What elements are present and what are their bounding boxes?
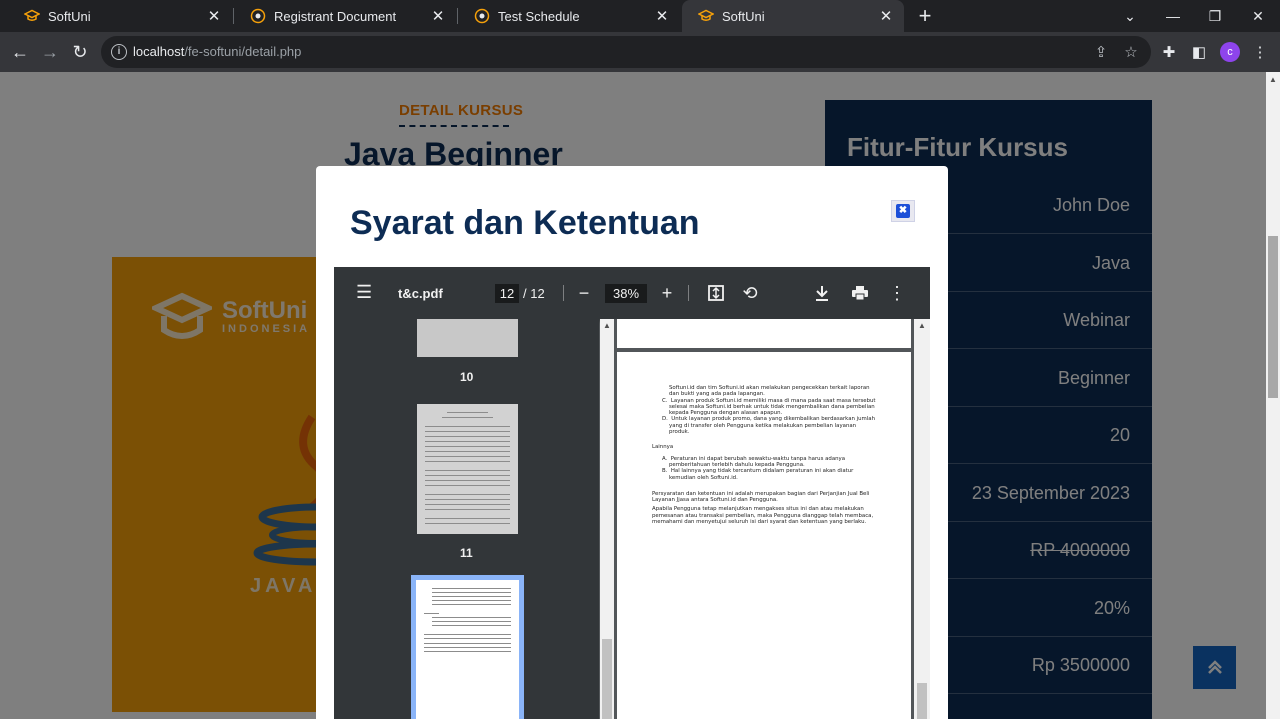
page-content: DETAIL KURSUS Java Beginner SoftUni INDO…: [0, 72, 1266, 719]
restore-button[interactable]: ❐: [1195, 0, 1235, 32]
more-options-icon[interactable]: ⋮: [886, 281, 908, 305]
pdf-page-view: Softuni.id dan tim Softuni.id akan melak…: [614, 319, 930, 719]
tab-title: SoftUni: [722, 8, 765, 24]
extensions-puzzle-icon[interactable]: ✚: [1159, 42, 1179, 62]
avatar[interactable]: c: [1220, 42, 1240, 62]
pdf-item-text: Untuk layanan produk promo, dana yang di…: [669, 416, 876, 436]
page-number-input[interactable]: 12: [495, 284, 519, 303]
download-icon[interactable]: [811, 281, 833, 305]
terms-modal: Syarat dan Ketentuan ✖ ☰ t&c.pdf 12 / 12…: [316, 166, 948, 719]
eye-icon: [474, 8, 490, 24]
bookmark-star-icon[interactable]: ☆: [1121, 42, 1141, 62]
pdf-page-text: Softuni.id dan tim Softuni.id akan melak…: [652, 385, 877, 525]
pdf-section-title: Lainnya: [652, 444, 674, 451]
thumbnail-page-12-selected[interactable]: [411, 575, 524, 719]
close-tab-icon[interactable]: ✕: [876, 7, 896, 25]
pdf-item-text: Layanan produk Softuni.id memiliki masa …: [669, 397, 876, 417]
close-tab-icon[interactable]: ✕: [204, 7, 224, 25]
print-icon[interactable]: [849, 281, 871, 305]
tab-test-schedule[interactable]: Test Schedule ✕: [458, 0, 680, 32]
pdf-file-name: t&c.pdf: [398, 286, 443, 301]
tab-title: Test Schedule: [498, 8, 580, 24]
close-window-button[interactable]: ✕: [1238, 0, 1278, 32]
thumbnail-label: 10: [460, 370, 474, 384]
minimize-button[interactable]: —: [1153, 0, 1193, 32]
url-path: /fe-softuni/detail.php: [184, 44, 302, 59]
scrollbar-thumb[interactable]: [602, 639, 612, 719]
tab-softuni-active[interactable]: SoftUni ✕: [682, 0, 904, 32]
toolbar-divider: [563, 285, 564, 301]
tab-registrant-document[interactable]: Registrant Document ✕: [234, 0, 456, 32]
zoom-level-input[interactable]: 38%: [605, 284, 647, 303]
zoom-out-icon[interactable]: −: [573, 281, 595, 305]
pdf-viewer: ☰ t&c.pdf 12 / 12 − 38% + ⟲ ⋮ 10 11 ▲ So…: [334, 267, 930, 719]
side-panel-icon[interactable]: ◧: [1189, 42, 1209, 62]
pdf-item-text: Peraturan ini dapat berubah sewaktu-wakt…: [669, 455, 846, 468]
back-arrow-icon[interactable]: ←: [8, 40, 32, 64]
url-host: localhost: [133, 44, 185, 59]
tab-strip: SoftUni ✕ Registrant Document ✕ Test Sch…: [0, 0, 1280, 32]
close-modal-button[interactable]: ✖: [891, 200, 915, 222]
thumbnail-scrollbar[interactable]: ▲: [600, 319, 614, 719]
close-icon: ✖: [896, 204, 910, 218]
pdf-list-item: B. Hal lainnya yang tidak tercantum dida…: [662, 468, 854, 481]
pdf-paragraph: Softuni.id dan tim Softuni.id akan melak…: [669, 385, 870, 398]
menu-kebab-icon[interactable]: ⋮: [1250, 42, 1270, 62]
reload-icon[interactable]: ↻: [68, 40, 92, 64]
zoom-in-icon[interactable]: +: [656, 281, 678, 305]
thumbnail-label: 11: [460, 546, 473, 560]
tab-title: SoftUni: [48, 8, 91, 24]
browser-toolbar: ← → ↻ i localhost/fe-softuni/detail.php …: [0, 32, 1280, 72]
address-bar[interactable]: i localhost/fe-softuni/detail.php ⇪ ☆: [101, 36, 1151, 68]
close-tab-icon[interactable]: ✕: [428, 7, 448, 25]
pdf-list-item: A. Peraturan ini dapat berubah sewaktu-w…: [662, 455, 846, 468]
pdf-toolbar: ☰ t&c.pdf 12 / 12 − 38% + ⟲ ⋮: [334, 267, 930, 319]
close-tab-icon[interactable]: ✕: [652, 7, 672, 25]
hamburger-menu-icon[interactable]: ☰: [356, 283, 374, 301]
scrollbar-thumb[interactable]: [1268, 236, 1278, 398]
thumbnail-page-11[interactable]: [417, 404, 518, 534]
tab-title: Registrant Document: [274, 8, 397, 24]
site-info-icon[interactable]: i: [111, 44, 127, 60]
eye-icon: [250, 8, 266, 24]
fit-to-page-icon[interactable]: [705, 281, 727, 305]
page-scrollbar[interactable]: ▲: [1266, 72, 1280, 719]
pdf-paragraph: Apabila Pengguna tetap melanjutkan menga…: [652, 506, 874, 526]
rotate-icon[interactable]: ⟲: [739, 281, 761, 305]
tab-search-icon[interactable]: ⌄: [1110, 0, 1150, 32]
pdf-list-item: D. Untuk layanan produk promo, dana yang…: [662, 416, 876, 436]
forward-arrow-icon[interactable]: →: [38, 40, 62, 64]
graduation-cap-icon: [24, 8, 40, 24]
pdf-page-12: Softuni.id dan tim Softuni.id akan melak…: [617, 352, 911, 719]
modal-title: Syarat dan Ketentuan: [350, 204, 700, 242]
page-total: / 12: [523, 286, 545, 301]
url-text: localhost/fe-softuni/detail.php: [133, 44, 301, 59]
pdf-page-11: [617, 319, 911, 348]
pdf-item-text: Hal lainnya yang tidak tercantum didalam…: [669, 468, 854, 481]
toolbar-divider: [688, 285, 689, 301]
graduation-cap-icon: [698, 8, 714, 24]
tab-softuni-1[interactable]: SoftUni ✕: [8, 0, 232, 32]
thumbnail-page-10[interactable]: [417, 319, 518, 357]
share-icon[interactable]: ⇪: [1091, 42, 1111, 62]
pdf-list-item: C. Layanan produk Softuni.id memiliki ma…: [662, 397, 876, 417]
pdf-thumbnail-sidebar: 10 11: [334, 319, 599, 719]
pdf-scrollbar[interactable]: ▲: [914, 319, 930, 719]
new-tab-button[interactable]: +: [915, 4, 935, 28]
pdf-paragraph: Persyaratan dan ketentuan ini adalah mer…: [652, 490, 870, 504]
scrollbar-thumb[interactable]: [917, 683, 927, 719]
